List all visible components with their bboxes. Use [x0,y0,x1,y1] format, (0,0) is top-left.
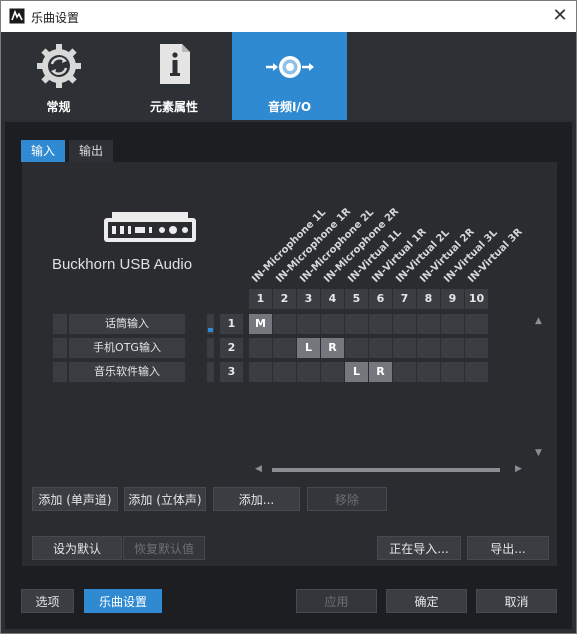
device-name: Buckhorn USB Audio [51,256,193,273]
routing-cell[interactable] [321,314,344,334]
scroll-right-icon[interactable]: ▶ [515,464,522,474]
routing-cell[interactable] [345,338,368,358]
ok-button[interactable]: 确定 [386,589,467,613]
routing-cell[interactable] [369,314,392,334]
song-setup-button[interactable]: 乐曲设置 [84,589,162,613]
channel-number: 4 [321,289,344,309]
routing-cell[interactable]: L [297,338,320,358]
input-name[interactable]: 手机OTG输入 [69,338,185,358]
row-select-handle[interactable] [53,314,67,334]
channel-number: 10 [465,289,488,309]
routing-cell[interactable] [417,362,440,382]
routing-cell[interactable] [393,362,416,382]
routing-cell[interactable] [321,362,344,382]
channel-number: 1 [249,289,272,309]
tab-output[interactable]: 输出 [69,140,114,162]
routing-cell[interactable] [465,314,488,334]
routing-cell[interactable] [465,362,488,382]
channel-number: 8 [417,289,440,309]
set-default-button[interactable]: 设为默认 [32,536,122,560]
routing-cell[interactable]: R [369,362,392,382]
routing-cell[interactable] [441,314,464,334]
import-button[interactable]: 正在导入... [377,536,461,560]
app-icon [9,8,25,24]
category-element-properties[interactable]: 元素属性 [116,32,232,120]
routing-cell[interactable] [417,314,440,334]
category-label: 音频I/O [267,100,312,114]
add-stereo-button[interactable]: 添加 (立体声) [124,487,206,511]
options-button[interactable]: 选项 [21,589,74,613]
routing-cell[interactable] [393,338,416,358]
audio-io-icon [266,56,314,78]
tab-input[interactable]: 输入 [21,140,66,162]
routing-cell[interactable]: M [249,314,272,334]
export-button[interactable]: 导出... [467,536,549,560]
apply-button[interactable]: 应用 [296,589,377,613]
routing-cell[interactable] [273,362,296,382]
row-select-handle[interactable] [53,338,67,358]
row-select-handle[interactable] [53,362,67,382]
gear-refresh-icon [37,44,81,88]
level-meter-fill [208,328,213,332]
audio-interface-icon [104,212,196,242]
window-title: 乐曲设置 [31,11,80,25]
document-info-icon [160,44,190,84]
channel-number: 7 [393,289,416,309]
channel-number: 6 [369,289,392,309]
horizontal-scrollbar[interactable] [272,468,500,472]
routing-cell[interactable] [345,314,368,334]
input-name[interactable]: 话筒输入 [69,314,185,334]
category-general[interactable]: 常规 [1,32,116,120]
routing-cell[interactable] [369,338,392,358]
input-number: 3 [220,362,243,382]
scroll-up-icon[interactable]: ▲ [535,316,542,326]
channel-number: 3 [297,289,320,309]
remove-button[interactable]: 移除 [307,487,387,511]
category-label: 元素属性 [149,100,198,114]
channel-number: 5 [345,289,368,309]
close-icon[interactable]: ✕ [550,6,570,26]
scroll-left-icon[interactable]: ◀ [255,464,262,474]
routing-cell[interactable] [273,314,296,334]
scroll-down-icon[interactable]: ▼ [535,448,542,458]
routing-cell[interactable] [441,338,464,358]
input-number: 2 [220,338,243,358]
title-bar: 乐曲设置 ✕ [1,1,576,32]
add-mono-button[interactable]: 添加 (单声道) [32,487,118,511]
routing-cell[interactable] [297,362,320,382]
routing-cell[interactable] [297,314,320,334]
routing-cell[interactable] [465,338,488,358]
routing-cell[interactable]: L [345,362,368,382]
category-audio-io[interactable]: 音频I/O [232,32,347,120]
routing-cell[interactable]: R [321,338,344,358]
channel-number: 2 [273,289,296,309]
input-name[interactable]: 音乐软件输入 [69,362,185,382]
category-label: 常规 [46,100,71,114]
cancel-button[interactable]: 取消 [476,589,557,613]
input-number: 1 [220,314,243,334]
input-matrix-area: Buckhorn USB Audio IN-Microphone 1L IN-Mi… [22,162,557,526]
settings-panel: 输入 输出 Buckhorn USB Audio IN-Microphone 1… [5,122,572,629]
level-meter [207,338,214,358]
add-more-button[interactable]: 添加... [213,487,300,511]
level-meter [207,362,214,382]
routing-cell[interactable] [393,314,416,334]
routing-cell[interactable] [249,338,272,358]
category-bar: 常规 元素属性 音频I/O [1,32,576,120]
routing-cell[interactable] [441,362,464,382]
routing-cell[interactable] [273,338,296,358]
defaults-bar: 设为默认 恢复默认值 正在导入... 导出... [22,526,557,566]
restore-default-button[interactable]: 恢复默认值 [123,536,205,560]
song-setup-window: 乐曲设置 ✕ 常规 元素属性 音频I/O 输入 输出 Buckhorn USB … [0,0,577,634]
routing-cell[interactable] [249,362,272,382]
routing-cell[interactable] [417,338,440,358]
channel-number: 9 [441,289,464,309]
